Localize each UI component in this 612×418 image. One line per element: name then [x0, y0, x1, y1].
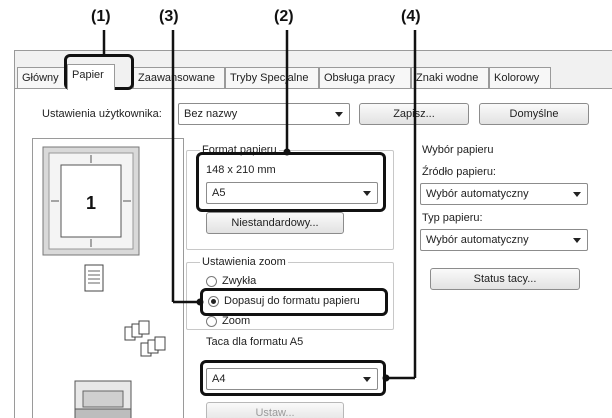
leader-dot-2 [283, 148, 291, 156]
leader-dot-4 [382, 374, 390, 382]
leader-dot-3 [196, 298, 204, 306]
tab-paper[interactable]: Papier [67, 64, 115, 90]
callout-leader-lines [102, 30, 417, 382]
